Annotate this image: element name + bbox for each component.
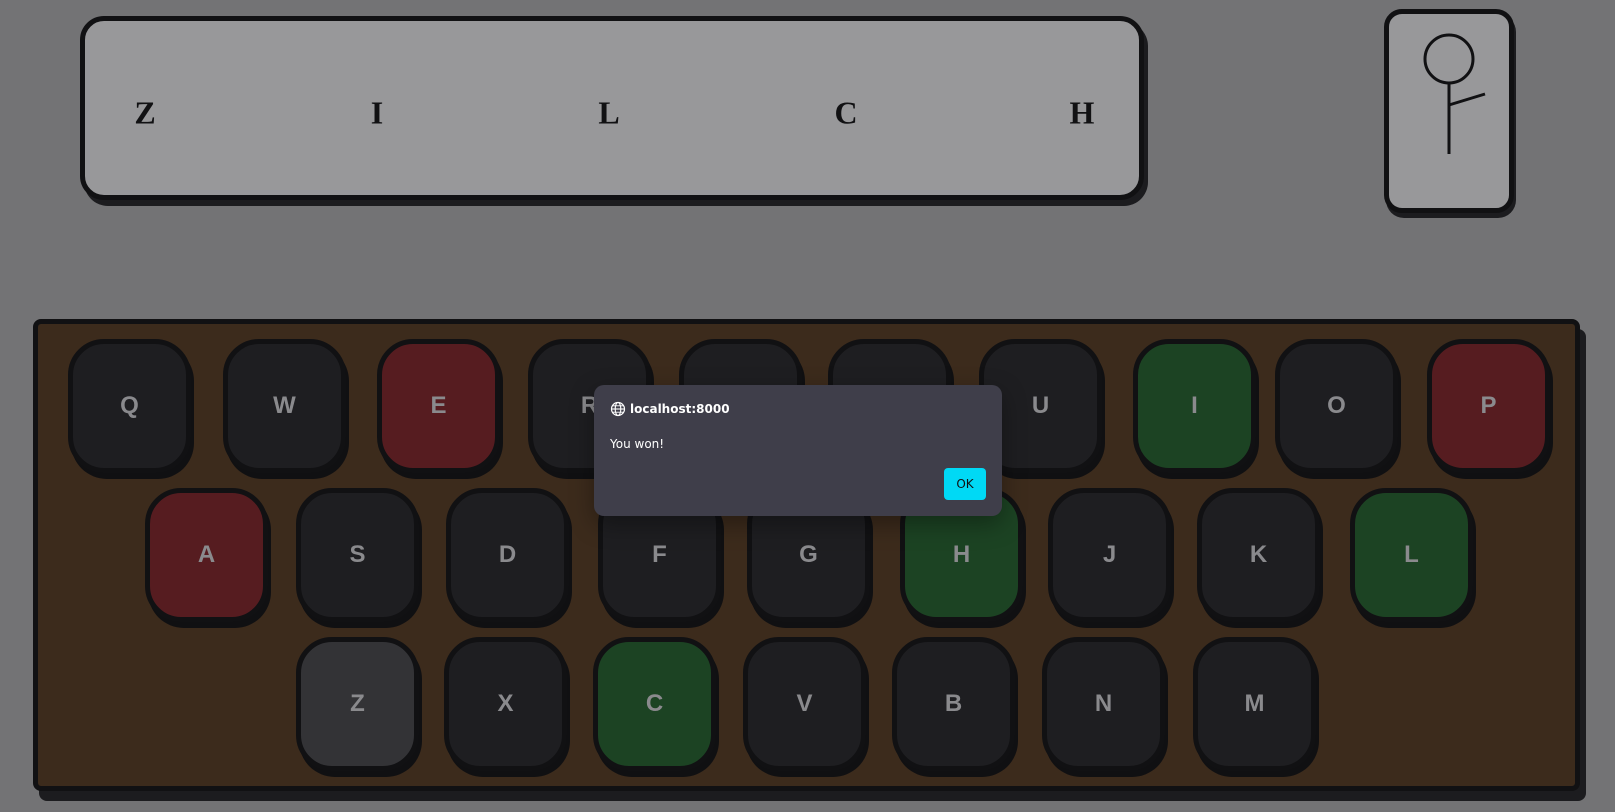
dialog-origin: localhost:8000 — [630, 402, 730, 416]
key-e[interactable]: E — [377, 339, 500, 473]
key-p[interactable]: P — [1427, 339, 1550, 473]
key-label: P — [1480, 392, 1497, 419]
key-o[interactable]: O — [1275, 339, 1398, 473]
key-m[interactable]: M — [1193, 637, 1316, 771]
key-label: B — [944, 690, 963, 717]
key-i[interactable]: I — [1133, 339, 1256, 473]
word-letter: I — [370, 94, 384, 131]
key-v[interactable]: V — [743, 637, 866, 771]
key-w[interactable]: W — [223, 339, 346, 473]
key-l[interactable]: L — [1350, 488, 1473, 622]
key-label: G — [799, 541, 818, 568]
key-b[interactable]: B — [892, 637, 1015, 771]
stick-figure-icon — [1423, 33, 1486, 154]
word-letter: L — [598, 94, 620, 131]
key-k[interactable]: K — [1197, 488, 1320, 622]
key-label: S — [349, 541, 366, 568]
hangman-panel — [1384, 9, 1514, 213]
hangman-arm — [1448, 92, 1486, 107]
key-z[interactable]: Z — [296, 637, 419, 771]
word-display: Z I L C H — [80, 16, 1144, 200]
key-label: Q — [120, 392, 139, 419]
key-label: A — [197, 541, 216, 568]
key-label: I — [1191, 392, 1198, 419]
key-label: L — [1404, 541, 1419, 568]
key-label: Z — [350, 690, 365, 717]
key-label: M — [1244, 690, 1265, 717]
key-label: O — [1327, 392, 1346, 419]
ok-button[interactable]: OK — [944, 468, 986, 500]
key-s[interactable]: S — [296, 488, 419, 622]
key-label: U — [1031, 392, 1050, 419]
globe-icon — [610, 401, 626, 417]
key-q[interactable]: Q — [68, 339, 191, 473]
key-label: V — [796, 690, 813, 717]
alert-dialog: localhost:8000 You won! OK — [594, 385, 1002, 516]
key-label: H — [952, 541, 971, 568]
key-a[interactable]: A — [145, 488, 268, 622]
word-letter: Z — [134, 94, 156, 131]
key-x[interactable]: X — [444, 637, 567, 771]
key-label: N — [1094, 690, 1113, 717]
key-label: W — [273, 392, 296, 419]
key-label: D — [498, 541, 517, 568]
word-letter: H — [1069, 94, 1095, 131]
key-label: C — [645, 690, 664, 717]
key-d[interactable]: D — [446, 488, 569, 622]
key-label: F — [652, 541, 667, 568]
key-label: K — [1249, 541, 1268, 568]
hangman-head — [1423, 33, 1475, 85]
dialog-message: You won! — [610, 437, 665, 451]
key-label: E — [430, 392, 447, 419]
dialog-header: localhost:8000 — [610, 401, 730, 417]
key-j[interactable]: J — [1048, 488, 1171, 622]
key-n[interactable]: N — [1042, 637, 1165, 771]
key-label: X — [497, 690, 514, 717]
key-label: J — [1102, 541, 1117, 568]
key-c[interactable]: C — [593, 637, 716, 771]
word-letter: C — [834, 94, 858, 131]
